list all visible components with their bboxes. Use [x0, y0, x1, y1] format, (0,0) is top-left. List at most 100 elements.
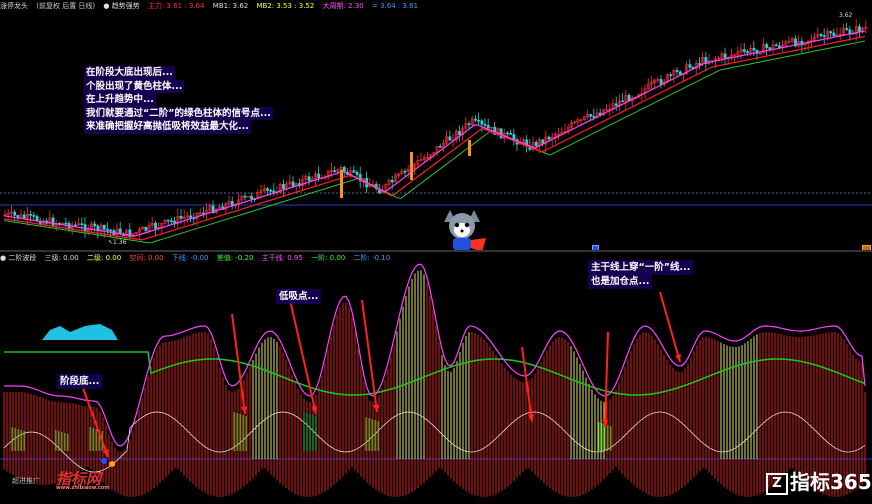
cyan-area [42, 324, 118, 340]
low-buy-annotation: 低吸点... [276, 289, 322, 304]
candle-body [765, 44, 769, 48]
candle-body [51, 217, 55, 226]
candle-body [189, 215, 193, 219]
candle-body [698, 63, 701, 65]
candle-body [486, 125, 490, 129]
candle-body [102, 224, 106, 230]
candle-body [768, 47, 772, 50]
indicator-value: 二阶: -0.10 [353, 254, 391, 262]
indicator-value: 二级: 0.00 [86, 254, 122, 262]
candle-body [355, 171, 359, 175]
candle-body [477, 120, 481, 122]
candle-body [179, 216, 183, 219]
signal-bar [340, 170, 343, 198]
candle-body [474, 118, 477, 121]
indicator-value: 主力: 3.61 : 3.64 [147, 2, 205, 10]
candle-body [64, 222, 68, 225]
indicator-name[interactable]: ● 二阶波段 [0, 254, 36, 262]
candle-body [291, 181, 295, 187]
candle-body [154, 222, 157, 229]
note-line: 来准确把握好高抛低吸将效益最大化... [84, 120, 251, 134]
candle-body [458, 131, 461, 135]
candle-body [403, 170, 407, 173]
candle-body [22, 214, 26, 219]
indicator-chart [0, 263, 872, 497]
candle-body [592, 115, 596, 118]
candle-body [269, 190, 273, 192]
indicator-panel[interactable]: ● 二阶波段 三级: 0.00 二级: 0.00 空间: 0.00 下线: -0… [0, 252, 872, 504]
candle-body [243, 195, 247, 198]
annotation-arrow [604, 331, 609, 428]
candle-body [480, 120, 484, 125]
bottom-signal-dot [109, 461, 115, 467]
candle-body [534, 141, 538, 147]
candle-body [858, 26, 861, 33]
indicator-header: ● 二阶波段 三级: 0.00 二级: 0.00 空间: 0.00 下线: -0… [0, 252, 872, 264]
annotation-arrow [289, 299, 317, 415]
right-watermark-text: 指标365 [790, 470, 872, 494]
candle-body [317, 173, 321, 179]
indicator-value: 主干线: 0.95 [261, 254, 303, 262]
candle-body [333, 170, 337, 173]
symbol-name: 涨停龙头 [0, 2, 28, 10]
brand-logo-icon: Z [766, 472, 788, 495]
indicator-value: MB2: 3.53 : 3.52 [256, 2, 315, 10]
candle-body [506, 132, 509, 135]
candle-body [752, 48, 756, 51]
note-line: 在阶段大底出现后... [84, 66, 175, 80]
right-watermark: Z 指标365 [766, 466, 872, 495]
indicator-value: 大周期: 2.30 [322, 2, 364, 10]
candle-body [438, 145, 442, 148]
candle-body [202, 212, 205, 215]
candle-body [13, 211, 17, 216]
candle-body [307, 176, 311, 182]
candle-body [29, 213, 33, 216]
indicator-value: 空间: 0.00 [129, 254, 164, 262]
strategy-note: 在阶段大底出现后... 个股出现了黄色柱体... 在上升趋势中... 我们就要通… [84, 66, 273, 134]
annotation-arrow [521, 346, 533, 423]
candle-body [547, 136, 551, 140]
candle-body [390, 179, 394, 183]
candle-body [614, 103, 618, 106]
candle-body [822, 35, 826, 38]
price-chart-header: 涨停龙头 (前复权 后置 日线) ● 趋势强势 主力: 3.61 : 3.64 … [0, 0, 872, 12]
candle-body [589, 114, 593, 117]
candle-body [845, 28, 849, 31]
candle-body [118, 228, 122, 234]
indicator-value: 三级: 0.00 [44, 254, 79, 262]
candle-body [688, 64, 692, 68]
candle-body [448, 136, 452, 141]
candle-body [829, 31, 833, 34]
candle-body [166, 219, 170, 222]
candle-body [483, 123, 487, 126]
candle-body [109, 229, 113, 232]
candle-body [106, 229, 109, 231]
price-chart-panel[interactable]: 涨停龙头 (前复权 后置 日线) ● 趋势强势 主力: 3.61 : 3.64 … [0, 0, 872, 254]
candle-body [848, 29, 852, 34]
signal-bar [410, 152, 413, 180]
period-label: (前复权 后置 日线) [36, 2, 96, 10]
indicator-value: 下线: -0.00 [171, 254, 209, 262]
candle-body [621, 100, 625, 103]
candle-body [659, 79, 663, 85]
indicator-value: 一阶: 0.00 [311, 254, 346, 262]
indicator-value: MB1: 3.62 [212, 2, 249, 10]
candle-body [499, 128, 503, 139]
stage-bottom-annotation: 阶段底... [57, 374, 103, 389]
candle-body [723, 53, 727, 59]
low-price-label: ↖1.36 [108, 239, 127, 246]
candle-body [774, 44, 778, 47]
indicator-value: = 3.64 : 3.61 [371, 2, 419, 10]
candle-body [170, 220, 173, 223]
candle-body [742, 49, 746, 52]
bottom-left-label: 超进推广 [12, 477, 40, 485]
candle-body [144, 227, 148, 231]
candle-body [669, 74, 673, 76]
candle-body [32, 215, 36, 217]
candle-body [509, 133, 513, 135]
candle-body [74, 224, 77, 227]
note-line: 我们就要通过“二阶”的绿色柱体的信号点... [84, 106, 273, 120]
indicator-name[interactable]: ● 趋势强势 [103, 2, 139, 10]
annotation-arrow [659, 291, 681, 363]
note-line: 在上升趋势中... [84, 93, 156, 107]
